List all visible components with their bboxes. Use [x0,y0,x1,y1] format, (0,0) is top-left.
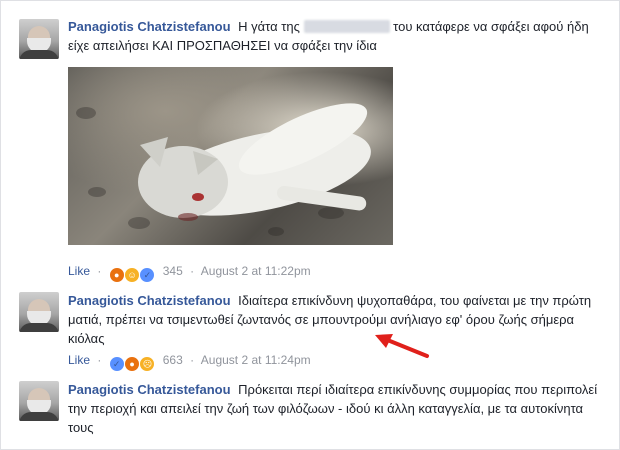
avatar[interactable] [19,19,59,59]
like-reaction-icon: ✓ [139,267,156,283]
cat-image [138,103,371,221]
avatar[interactable] [19,292,59,332]
like-reaction-icon: ✓ [108,356,125,372]
author-link[interactable]: Panagiotis Chatzistefanou [68,19,231,34]
author-link[interactable]: Panagiotis Chatzistefanou [68,293,231,308]
redacted-name [303,20,390,33]
separator: · [97,264,102,278]
separator: · [190,353,195,367]
like-button[interactable]: Like [68,264,90,278]
angry-reaction-icon: ● [108,267,125,283]
separator: · [97,353,102,367]
angry-reaction-icon: ● [124,356,141,372]
timestamp[interactable]: August 2 at 11:22pm [201,264,311,278]
reaction-count: 663 [162,353,183,367]
comment-body: Panagiotis Chatzistefanou Ιδιαίτερα επικ… [68,291,601,348]
timestamp[interactable]: August 2 at 11:24pm [201,353,311,367]
comment-actions: Like · ✓ ● ☹ 663 · August 2 at 11:24pm [68,352,311,372]
comment-actions: Like · ● ☺ ✓ 345 · August 2 at 11:22pm [68,263,311,283]
comment-body: Panagiotis Chatzistefanou Πρόκειται περί… [68,380,601,437]
sad-reaction-icon: ☹ [139,356,156,372]
comment-text: Η γάτα της [238,19,300,34]
attached-photo[interactable] [68,67,393,245]
red-arrow-icon [375,334,429,358]
reaction-count: 345 [162,264,183,278]
comments-panel: Panagiotis Chatzistefanou Η γάτα της του… [0,0,620,450]
like-button[interactable]: Like [68,353,90,367]
separator: · [190,264,195,278]
author-link[interactable]: Panagiotis Chatzistefanou [68,382,231,397]
haha-reaction-icon: ☺ [124,267,141,283]
reactions[interactable]: ● ☺ ✓ 345 [108,264,186,283]
comment-body: Panagiotis Chatzistefanou Η γάτα της του… [68,17,601,55]
reactions[interactable]: ✓ ● ☹ 663 [108,353,186,372]
avatar[interactable] [19,381,59,421]
